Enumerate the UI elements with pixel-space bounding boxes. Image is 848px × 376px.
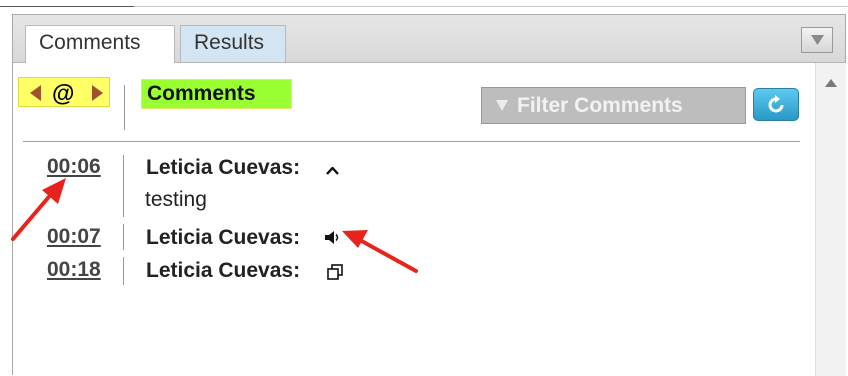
- tab-bar: Comments Results: [13, 15, 845, 63]
- filter-label: Filter Comments: [517, 94, 683, 117]
- comment-divider: [123, 155, 124, 217]
- comment-timestamp[interactable]: 00:18: [47, 258, 101, 282]
- scroll-up-icon[interactable]: [825, 79, 837, 87]
- collapse-button[interactable]: [801, 27, 833, 53]
- annotation-arrow-icon: [11, 178, 66, 241]
- comment-divider: [123, 224, 124, 250]
- comment-timestamp[interactable]: 00:06: [47, 155, 101, 179]
- top-rule-dark: [0, 6, 134, 7]
- tab-comments[interactable]: Comments: [25, 25, 175, 63]
- comment-divider: [123, 257, 124, 285]
- comments-panel: Comments Results: [12, 14, 846, 376]
- previous-comment-icon[interactable]: [30, 85, 41, 101]
- comment-author: Leticia Cuevas:: [146, 259, 301, 282]
- comment-nav: @: [18, 77, 110, 107]
- toolbar-divider: [124, 85, 125, 130]
- filter-dropdown-icon: [496, 100, 508, 111]
- annotation-arrow-icon: [342, 230, 418, 273]
- comment-author: Leticia Cuevas:: [146, 156, 301, 179]
- refresh-icon: [768, 95, 784, 113]
- triangle-down-icon: [811, 35, 824, 45]
- refresh-button[interactable]: [753, 88, 799, 121]
- comment-text: testing: [145, 188, 207, 211]
- top-rule-light: [134, 6, 848, 7]
- vertical-scrollbar[interactable]: [815, 63, 846, 376]
- filter-comments-button[interactable]: Filter Comments: [481, 87, 746, 124]
- top-rule: [0, 0, 848, 8]
- next-comment-icon[interactable]: [92, 85, 103, 101]
- tab-results[interactable]: Results: [180, 25, 286, 62]
- header-divider: [23, 141, 800, 142]
- chevron-up-icon[interactable]: [326, 167, 339, 175]
- section-title: Comments: [141, 79, 292, 109]
- mention-icon[interactable]: @: [52, 80, 74, 107]
- comment-author: Leticia Cuevas:: [146, 226, 301, 249]
